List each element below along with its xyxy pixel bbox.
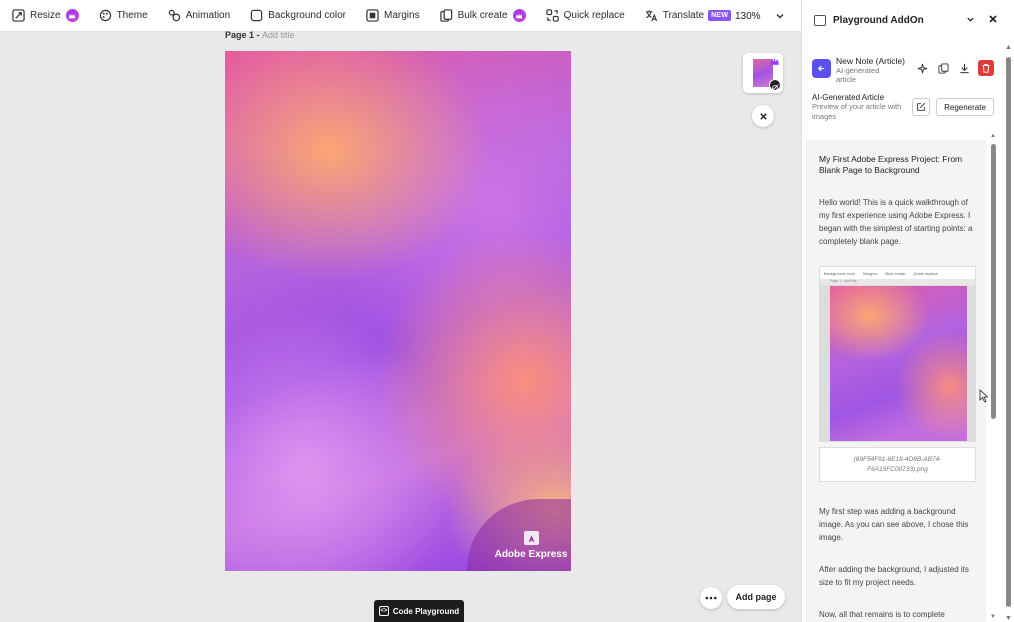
close-panel-icon[interactable] [988,14,998,24]
article-paragraph: Now, all that remains is to complete [819,610,945,619]
article-paragraph: My first step was adding a background im… [819,507,969,542]
regenerate-button[interactable]: Regenerate [936,98,994,116]
panel-header: Playground AddOn [802,0,1014,40]
code-playground-label: Code Playground [392,606,460,616]
close-thumbnail-button[interactable] [752,105,774,127]
add-title-field[interactable]: Add title [262,30,295,40]
scroll-down-icon[interactable]: ▼ [990,614,996,620]
article-image-artboard [830,286,967,441]
quick-replace-button[interactable]: Quick replace [545,0,625,32]
arrow-left-icon [817,65,825,72]
article-paragraph: Hello world! This is a quick walkthrough… [819,198,973,246]
bulk-create-button[interactable]: Bulk create [439,0,526,32]
translate-label: Translate [662,10,705,21]
delete-button[interactable] [978,60,994,76]
addon-icon [814,14,826,26]
more-options-button[interactable] [700,587,722,609]
mouse-cursor-icon [979,389,989,403]
margins-label: Margins [384,10,420,21]
animation-icon [168,9,181,22]
article-paragraph: After adding the background, I adjusted … [819,565,969,587]
brand-text: Adobe Express [494,549,568,560]
mini-toolbar: Background color Margins Bulk create Qui… [820,267,975,279]
mini-toolbar-item: Margins [863,270,878,276]
mini-toolbar-item: Bulk create [885,270,906,276]
panel-title: Playground AddOn [833,14,924,26]
premium-crown-icon [512,9,526,22]
page-label: Page 1 - Add title [225,30,295,40]
quick-replace-icon [545,9,559,22]
hidden-icon [769,79,781,92]
top-toolbar: Resize Theme Animation Background color … [0,0,801,32]
animation-button[interactable]: Animation [168,0,230,32]
edit-icon [917,102,926,111]
canvas-artboard[interactable]: Adobe Express [225,51,571,571]
background-color-icon [250,9,263,22]
add-page-button[interactable]: Add page [727,585,785,609]
ai-article-row: AI-Generated Article Preview of your art… [812,93,997,122]
quick-replace-label: Quick replace [563,10,625,21]
chevron-down-icon [776,14,784,19]
panel-scrollbar[interactable]: ▲ ▼ [1004,44,1013,622]
brand-watermark: Adobe Express [467,499,571,571]
article-image: Background color Margins Bulk create Qui… [819,266,976,442]
theme-button[interactable]: Theme [99,0,148,32]
download-button[interactable] [956,60,972,76]
background-color-label: Background color [268,10,346,21]
trash-icon [982,64,990,73]
download-icon [959,63,969,73]
scrollbar-thumb[interactable] [991,144,996,419]
mini-toolbar-item: Quick replace [913,270,938,276]
bulk-create-icon [439,9,453,22]
bulk-create-label: Bulk create [457,10,508,21]
edit-button[interactable] [912,98,930,116]
page-number: Page 1 - [225,30,263,40]
zoom-value: 130% [735,10,761,22]
translate-icon [645,9,658,22]
scroll-up-icon[interactable]: ▲ [1005,44,1012,51]
premium-crown-icon [770,58,779,65]
code-icon: <> [378,606,389,616]
animation-label: Animation [185,10,231,21]
scroll-up-icon[interactable]: ▲ [990,133,996,139]
mini-toolbar-item: Background color [824,270,856,276]
note-card: New Note (Article) AI-generated article [812,56,997,84]
ai-article-description: Preview of your article with images [812,102,902,121]
copy-icon [937,62,949,74]
palette-icon [99,9,112,22]
adobe-express-logo-icon [523,531,539,545]
note-subtitle: AI-generated article [836,66,880,84]
premium-crown-icon [65,9,79,22]
resize-label: Resize [30,10,61,21]
margins-icon [366,9,379,22]
note-title: New Note (Article) [836,56,905,66]
image-caption: (89F54F91-8E18-4D8B-AB74-F6A15FC00733).p… [819,447,976,482]
scrollbar-thumb[interactable] [1006,57,1011,607]
new-badge: NEW [708,10,732,21]
resize-button[interactable]: Resize [12,0,79,32]
article-heading: My First Adobe Express Project: From Bla… [819,154,963,175]
scroll-down-icon[interactable]: ▼ [1005,615,1012,622]
resize-icon [12,9,25,22]
translate-button[interactable]: Translate NEW [645,0,732,32]
more-icon [705,596,717,600]
theme-label: Theme [116,10,148,21]
zoom-dropdown[interactable]: 130% [735,0,785,32]
chevron-down-icon[interactable] [966,15,975,24]
page-thumbnail[interactable] [743,53,783,93]
article-preview: My First Adobe Express Project: From Bla… [806,140,986,622]
background-color-button[interactable]: Background color [250,0,346,32]
code-playground-button[interactable]: <> Code Playground [374,600,464,622]
sparkle-icon [917,63,927,73]
copy-button[interactable] [935,60,951,76]
article-scrollbar[interactable]: ▲ ▼ [990,133,998,622]
ai-sparkle-button[interactable] [914,60,930,76]
margins-button[interactable]: Margins [366,0,420,32]
back-button[interactable] [812,59,831,78]
close-icon [759,112,767,120]
mini-page-label: Page 1 - Add title [820,279,975,285]
